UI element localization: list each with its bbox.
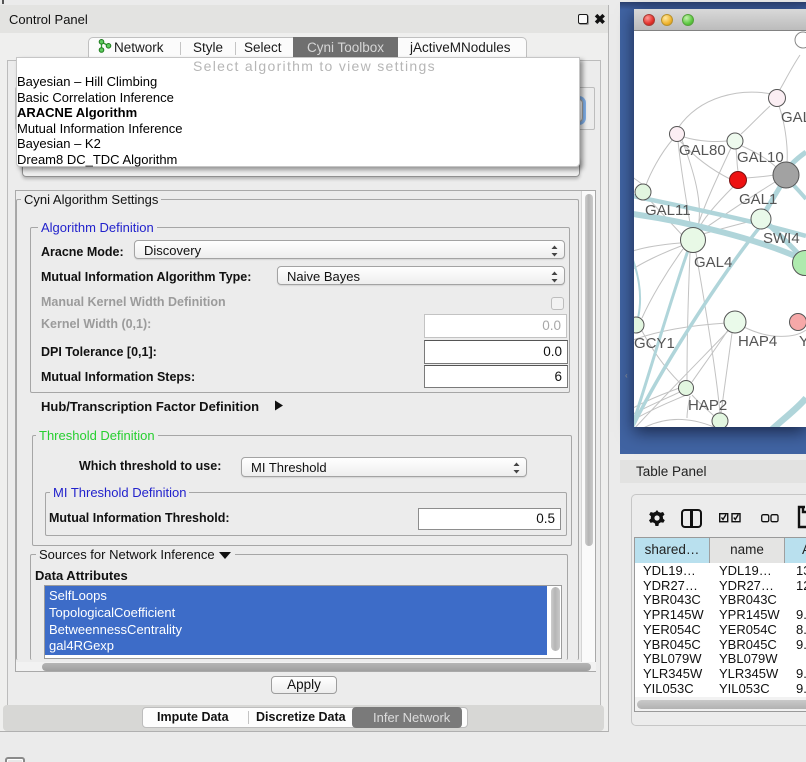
svg-text:GAL4: GAL4	[694, 254, 732, 271]
svg-text:GCY1: GCY1	[634, 335, 675, 352]
svg-text:YL: YL	[799, 333, 806, 350]
svg-text:SWI4: SWI4	[763, 230, 800, 247]
svg-text:GAL11: GAL11	[645, 202, 691, 219]
svg-text:GAL10: GAL10	[737, 149, 784, 166]
svg-text:GAL1: GAL1	[739, 191, 777, 208]
svg-text:GAL7: GAL7	[781, 109, 806, 126]
svg-text:GAL80: GAL80	[679, 142, 726, 159]
svg-text:HAP4: HAP4	[738, 333, 777, 350]
svg-text:HAP2: HAP2	[688, 397, 727, 414]
